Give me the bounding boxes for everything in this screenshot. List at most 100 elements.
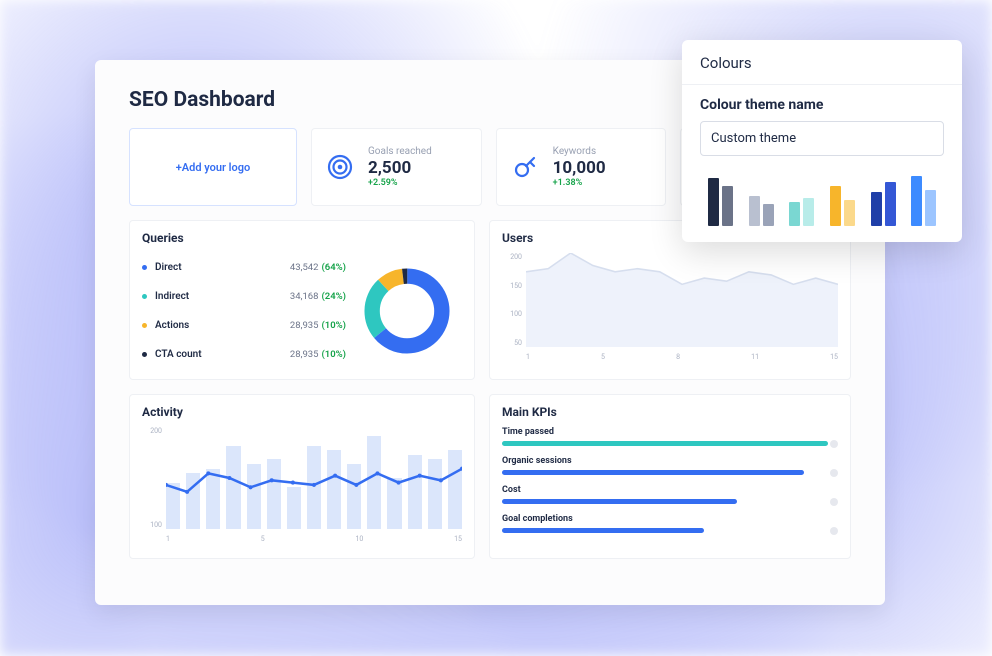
axis-tick: 50 [502, 339, 522, 347]
swatch-bar [830, 186, 841, 226]
query-name: Actions [155, 320, 290, 331]
kpi-end-dot-icon [830, 498, 838, 506]
kpi-track [502, 499, 838, 504]
keywords-label: Keywords [553, 146, 606, 157]
colour-swatch-preview [700, 172, 944, 226]
axis-tick: 8 [676, 353, 680, 365]
swatch-bar [803, 198, 814, 226]
bottom-row: Activity 200100 151015 Main KPIs Time pa… [129, 394, 851, 559]
query-value: 28,935 [290, 320, 319, 331]
add-logo-button[interactable]: +Add your logo [129, 128, 297, 206]
keywords-metric-card: Keywords 10,000 +1.38% [496, 128, 667, 206]
legend-dot-icon [142, 323, 147, 328]
mid-row: Queries Direct43,542(64%)Indirect34,168(… [129, 220, 851, 380]
swatch-pair[interactable] [783, 198, 820, 226]
swatch-pair[interactable] [824, 186, 861, 226]
kpi-end-dot-icon [830, 440, 838, 448]
query-name: Indirect [155, 291, 290, 302]
users-plot [526, 253, 838, 347]
axis-tick: 5 [261, 535, 265, 547]
kpi-title: Main KPIs [502, 405, 838, 419]
key-icon [509, 151, 541, 183]
swatch-pair[interactable] [905, 176, 942, 226]
query-value: 43,542 [290, 262, 319, 273]
axis-tick: 10 [355, 535, 363, 547]
kpi-label: Cost [502, 485, 838, 495]
kpi-label: Goal completions [502, 514, 838, 524]
axis-tick: 100 [502, 310, 522, 318]
axis-tick: 15 [830, 353, 838, 365]
users-y-axis: 200 150 100 50 [502, 253, 522, 347]
colours-header: Colours [682, 40, 962, 85]
query-value: 34,168 [290, 291, 319, 302]
swatch-bar [871, 192, 882, 226]
colours-panel: Colours Colour theme name [682, 40, 962, 242]
query-row: CTA count28,935(10%) [142, 349, 346, 360]
colour-theme-label: Colour theme name [700, 97, 944, 113]
users-card: Users 20015010050 1581115 [489, 220, 851, 380]
target-icon [324, 151, 356, 183]
swatch-bar [722, 186, 733, 226]
swatch-bar [789, 202, 800, 226]
axis-tick: 150 [502, 282, 522, 290]
swatch-bar [844, 200, 855, 226]
activity-card: Activity 200100 151015 [129, 394, 475, 559]
keywords-delta: +1.38% [553, 178, 606, 188]
axis-tick: 15 [454, 535, 462, 547]
goals-label: Goals reached [368, 146, 432, 157]
kpi-fill [502, 470, 804, 475]
kpi-fill [502, 528, 704, 533]
kpi-end-dot-icon [830, 527, 838, 535]
swatch-pair[interactable] [702, 178, 739, 226]
kpi-track [502, 441, 838, 446]
kpi-item: Organic sessions [502, 456, 838, 475]
axis-tick: 11 [751, 353, 759, 365]
kpi-end-dot-icon [830, 469, 838, 477]
axis-tick: 200 [502, 253, 522, 261]
query-name: Direct [155, 262, 290, 273]
colour-theme-input[interactable] [700, 121, 944, 156]
legend-dot-icon [142, 265, 147, 270]
add-logo-label: +Add your logo [176, 161, 251, 174]
axis-tick: 5 [601, 353, 605, 365]
query-row: Direct43,542(64%) [142, 262, 346, 273]
swatch-pair[interactable] [743, 196, 780, 226]
axis-tick: 200 [142, 427, 162, 435]
axis-tick: 100 [142, 521, 162, 529]
kpi-item: Time passed [502, 427, 838, 446]
kpi-fill [502, 441, 828, 446]
query-row: Indirect34,168(24%) [142, 291, 346, 302]
query-percent: (10%) [322, 349, 347, 360]
activity-line [166, 427, 462, 529]
users-x-axis: 1581115 [526, 353, 838, 365]
queries-card: Queries Direct43,542(64%)Indirect34,168(… [129, 220, 475, 380]
kpi-track [502, 470, 838, 475]
kpi-label: Time passed [502, 427, 838, 437]
swatch-bar [763, 204, 774, 226]
kpi-item: Goal completions [502, 514, 838, 533]
legend-dot-icon [142, 352, 147, 357]
kpi-list: Time passed Organic sessions Cost Goal comp… [502, 427, 838, 533]
activity-x-axis: 151015 [166, 535, 462, 547]
kpi-item: Cost [502, 485, 838, 504]
swatch-bar [885, 182, 896, 226]
queries-list: Direct43,542(64%) Indirect34,168(24%) Acti… [142, 253, 352, 369]
swatch-bar [749, 196, 760, 226]
legend-dot-icon [142, 294, 147, 299]
swatch-bar [925, 190, 936, 226]
kpi-label: Organic sessions [502, 456, 838, 466]
query-value: 28,935 [290, 349, 319, 360]
query-percent: (64%) [322, 262, 347, 273]
kpi-card: Main KPIs Time passed Organic sessions Cos… [489, 394, 851, 559]
swatch-bar [911, 176, 922, 226]
swatch-bar [708, 178, 719, 226]
kpi-track [502, 528, 838, 533]
activity-y-axis: 200 100 [142, 427, 162, 529]
queries-donut-chart [352, 253, 462, 369]
swatch-pair[interactable] [865, 182, 902, 226]
query-row: Actions28,935(10%) [142, 320, 346, 331]
keywords-value: 10,000 [553, 158, 606, 178]
activity-title: Activity [142, 405, 462, 419]
queries-title: Queries [142, 231, 462, 245]
axis-tick: 1 [166, 535, 170, 547]
